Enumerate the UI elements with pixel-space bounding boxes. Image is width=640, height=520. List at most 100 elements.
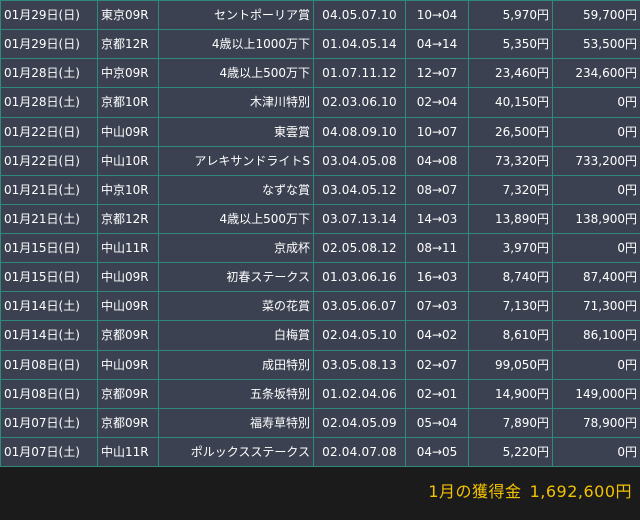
table-row: 01月15日(日) 中山09R 初春ステークス 01.03.06.16 16→03 8,7… — [0, 262, 640, 293]
payout-cell: 14,900円 — [468, 378, 553, 409]
monthly-total-label: 1月の獲得金 — [428, 482, 522, 501]
combination-cell: 02.04.07.08 — [313, 436, 406, 468]
result-order-cell: 14→03 — [405, 203, 469, 235]
table-row: 01月08日(日) 中山09R 成田特別 03.05.08.13 02→07 99,050… — [0, 349, 640, 380]
payout-cell: 23,460円 — [468, 58, 553, 89]
venue-cell: 京都12R — [97, 29, 159, 60]
table-row: 01月29日(日) 京都12R 4歳以上1000万下 01.04.05.14 04→14… — [0, 29, 640, 60]
race-name-cell: 初春ステークス — [158, 262, 314, 293]
payout-cell: 7,890円 — [468, 407, 553, 438]
date-cell: 01月22日(日) — [0, 116, 98, 147]
results-table-body: 01月29日(日) 東京09R セントポーリア賞 04.05.07.10 10→04 5,… — [0, 0, 640, 468]
table-row: 01月14日(土) 中山09R 菜の花賞 03.05.06.07 07→03 7,130円… — [0, 291, 640, 322]
combination-cell: 03.04.05.12 — [313, 174, 406, 205]
combination-cell: 01.02.04.06 — [313, 378, 406, 409]
date-cell: 01月22日(日) — [0, 145, 98, 176]
payout-cell: 99,050円 — [468, 349, 553, 380]
date-cell: 01月08日(日) — [0, 378, 98, 409]
table-row: 01月08日(日) 京都09R 五条坂特別 01.02.04.06 02→01 14,90… — [0, 378, 640, 409]
combination-cell: 02.05.08.12 — [313, 232, 406, 264]
race-name-cell: セントポーリア賞 — [158, 0, 314, 31]
winnings-cell: 0円 — [552, 232, 640, 264]
winnings-cell: 149,000円 — [552, 378, 640, 409]
venue-cell: 中山09R — [97, 262, 159, 293]
table-row: 01月07日(土) 京都09R 福寿草特別 02.04.05.09 05→04 7,890… — [0, 407, 640, 438]
payout-cell: 7,320円 — [468, 174, 553, 205]
race-name-cell: 福寿草特別 — [158, 407, 314, 438]
result-order-cell: 02→07 — [405, 349, 469, 380]
table-row: 01月21日(土) 京都12R 4歳以上500万下 03.07.13.14 14→03 1… — [0, 203, 640, 235]
payout-cell: 5,220円 — [468, 436, 553, 468]
payout-cell: 26,500円 — [468, 116, 553, 147]
combination-cell: 03.05.06.07 — [313, 291, 406, 322]
combination-cell: 03.05.08.13 — [313, 349, 406, 380]
date-cell: 01月15日(日) — [0, 232, 98, 264]
result-order-cell: 04→14 — [405, 29, 469, 60]
winnings-cell: 733,200円 — [552, 145, 640, 176]
result-order-cell: 02→04 — [405, 87, 469, 118]
table-row: 01月28日(土) 中京09R 4歳以上500万下 01.07.11.12 12→07 2… — [0, 58, 640, 89]
winnings-cell: 0円 — [552, 116, 640, 147]
winnings-cell: 87,400円 — [552, 262, 640, 293]
payout-cell: 13,890円 — [468, 203, 553, 235]
winnings-cell: 0円 — [552, 436, 640, 468]
venue-cell: 中山11R — [97, 436, 159, 468]
date-cell: 01月21日(土) — [0, 174, 98, 205]
combination-cell: 01.04.05.14 — [313, 29, 406, 60]
winnings-cell: 0円 — [552, 87, 640, 118]
winnings-cell: 138,900円 — [552, 203, 640, 235]
race-name-cell: 成田特別 — [158, 349, 314, 380]
result-order-cell: 04→05 — [405, 436, 469, 468]
result-order-cell: 07→03 — [405, 291, 469, 322]
result-order-cell: 05→04 — [405, 407, 469, 438]
payout-cell: 5,350円 — [468, 29, 553, 60]
winnings-cell: 71,300円 — [552, 291, 640, 322]
table-row: 01月21日(土) 中京10R なずな賞 03.04.05.12 08→07 7,320円… — [0, 174, 640, 205]
venue-cell: 中山09R — [97, 349, 159, 380]
date-cell: 01月14日(土) — [0, 291, 98, 322]
race-name-cell: 4歳以上500万下 — [158, 58, 314, 89]
venue-cell: 京都09R — [97, 320, 159, 351]
race-name-cell: 白梅賞 — [158, 320, 314, 351]
combination-cell: 01.07.11.12 — [313, 58, 406, 89]
table-row: 01月28日(土) 京都10R 木津川特別 02.03.06.10 02→04 40,15… — [0, 87, 640, 118]
table-row: 01月15日(日) 中山11R 京成杯 02.05.08.12 08→11 3,970円 0… — [0, 232, 640, 264]
result-order-cell: 04→02 — [405, 320, 469, 351]
race-name-cell: 4歳以上500万下 — [158, 203, 314, 235]
result-order-cell: 10→04 — [405, 0, 469, 31]
payout-cell: 73,320円 — [468, 145, 553, 176]
venue-cell: 中山09R — [97, 116, 159, 147]
results-table: 01月29日(日) 東京09R セントポーリア賞 04.05.07.10 10→04 5,… — [0, 0, 640, 468]
monthly-total: 1月の獲得金 1,692,600円 — [428, 482, 632, 502]
date-cell: 01月21日(土) — [0, 203, 98, 235]
date-cell: 01月29日(日) — [0, 0, 98, 31]
venue-cell: 京都09R — [97, 407, 159, 438]
venue-cell: 京都09R — [97, 378, 159, 409]
payout-cell: 5,970円 — [468, 0, 553, 31]
table-row: 01月29日(日) 東京09R セントポーリア賞 04.05.07.10 10→04 5,… — [0, 0, 640, 31]
date-cell: 01月08日(日) — [0, 349, 98, 380]
payout-cell: 7,130円 — [468, 291, 553, 322]
winnings-cell: 234,600円 — [552, 58, 640, 89]
combination-cell: 03.07.13.14 — [313, 203, 406, 235]
winnings-cell: 0円 — [552, 174, 640, 205]
combination-cell: 02.04.05.09 — [313, 407, 406, 438]
payout-cell: 8,740円 — [468, 262, 553, 293]
results-panel: 01月29日(日) 東京09R セントポーリア賞 04.05.07.10 10→04 5,… — [0, 0, 640, 520]
combination-cell: 02.03.06.10 — [313, 87, 406, 118]
result-order-cell: 12→07 — [405, 58, 469, 89]
combination-cell: 04.08.09.10 — [313, 116, 406, 147]
payout-cell: 40,150円 — [468, 87, 553, 118]
venue-cell: 東京09R — [97, 0, 159, 31]
table-row: 01月14日(土) 京都09R 白梅賞 02.04.05.10 04→02 8,610円 8… — [0, 320, 640, 351]
race-name-cell: 五条坂特別 — [158, 378, 314, 409]
date-cell: 01月28日(土) — [0, 87, 98, 118]
race-name-cell: ポルックスステークス — [158, 436, 314, 468]
date-cell: 01月28日(土) — [0, 58, 98, 89]
venue-cell: 中山09R — [97, 291, 159, 322]
payout-cell: 8,610円 — [468, 320, 553, 351]
combination-cell: 04.05.07.10 — [313, 0, 406, 31]
race-name-cell: 東雲賞 — [158, 116, 314, 147]
result-order-cell: 02→01 — [405, 378, 469, 409]
venue-cell: 中山11R — [97, 232, 159, 264]
